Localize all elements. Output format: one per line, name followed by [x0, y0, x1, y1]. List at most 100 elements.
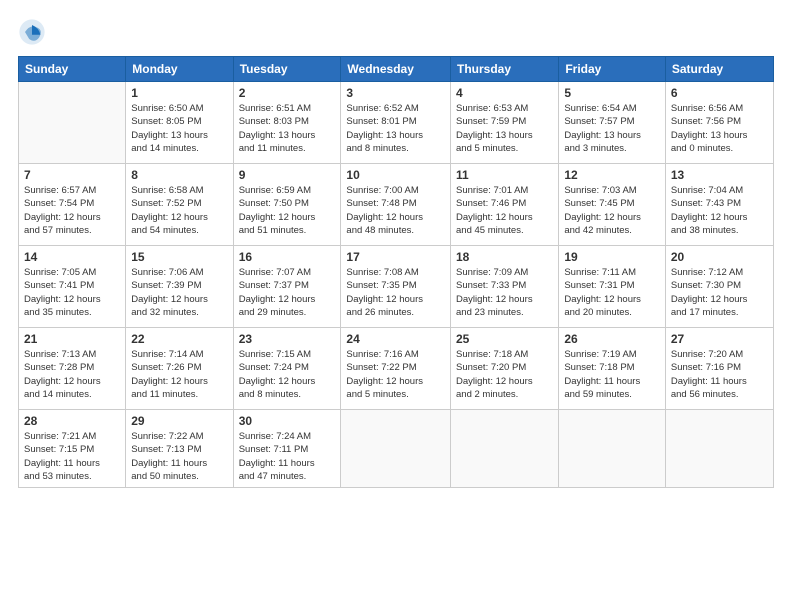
day-number: 23	[239, 332, 336, 346]
calendar-cell: 3 Sunrise: 6:52 AM Sunset: 8:01 PM Daylig…	[341, 82, 451, 164]
day-info: Sunrise: 7:19 AM Sunset: 7:18 PM Dayligh…	[564, 348, 660, 401]
calendar-cell	[451, 410, 559, 488]
calendar-cell: 12 Sunrise: 7:03 AM Sunset: 7:45 PM Dayli…	[559, 164, 666, 246]
calendar-cell: 6 Sunrise: 6:56 AM Sunset: 7:56 PM Daylig…	[665, 82, 773, 164]
day-number: 30	[239, 414, 336, 428]
day-header-thursday: Thursday	[451, 57, 559, 82]
calendar-cell: 29 Sunrise: 7:22 AM Sunset: 7:13 PM Dayli…	[126, 410, 233, 488]
day-info: Sunrise: 7:24 AM Sunset: 7:11 PM Dayligh…	[239, 430, 336, 483]
day-number: 16	[239, 250, 336, 264]
calendar-cell: 21 Sunrise: 7:13 AM Sunset: 7:28 PM Dayli…	[19, 328, 126, 410]
day-number: 7	[24, 168, 120, 182]
day-info: Sunrise: 7:11 AM Sunset: 7:31 PM Dayligh…	[564, 266, 660, 319]
day-number: 17	[346, 250, 445, 264]
day-info: Sunrise: 7:22 AM Sunset: 7:13 PM Dayligh…	[131, 430, 227, 483]
calendar-cell: 26 Sunrise: 7:19 AM Sunset: 7:18 PM Dayli…	[559, 328, 666, 410]
day-header-friday: Friday	[559, 57, 666, 82]
calendar-cell: 5 Sunrise: 6:54 AM Sunset: 7:57 PM Daylig…	[559, 82, 666, 164]
day-info: Sunrise: 7:06 AM Sunset: 7:39 PM Dayligh…	[131, 266, 227, 319]
day-number: 12	[564, 168, 660, 182]
day-info: Sunrise: 7:13 AM Sunset: 7:28 PM Dayligh…	[24, 348, 120, 401]
day-number: 24	[346, 332, 445, 346]
day-number: 6	[671, 86, 768, 100]
day-info: Sunrise: 7:12 AM Sunset: 7:30 PM Dayligh…	[671, 266, 768, 319]
calendar-cell: 8 Sunrise: 6:58 AM Sunset: 7:52 PM Daylig…	[126, 164, 233, 246]
calendar-cell: 28 Sunrise: 7:21 AM Sunset: 7:15 PM Dayli…	[19, 410, 126, 488]
day-info: Sunrise: 7:09 AM Sunset: 7:33 PM Dayligh…	[456, 266, 553, 319]
day-number: 2	[239, 86, 336, 100]
calendar-cell	[559, 410, 666, 488]
calendar-cell: 24 Sunrise: 7:16 AM Sunset: 7:22 PM Dayli…	[341, 328, 451, 410]
day-info: Sunrise: 6:59 AM Sunset: 7:50 PM Dayligh…	[239, 184, 336, 237]
calendar-cell: 16 Sunrise: 7:07 AM Sunset: 7:37 PM Dayli…	[233, 246, 341, 328]
calendar-cell: 10 Sunrise: 7:00 AM Sunset: 7:48 PM Dayli…	[341, 164, 451, 246]
day-number: 28	[24, 414, 120, 428]
day-info: Sunrise: 7:01 AM Sunset: 7:46 PM Dayligh…	[456, 184, 553, 237]
day-info: Sunrise: 6:56 AM Sunset: 7:56 PM Dayligh…	[671, 102, 768, 155]
day-number: 21	[24, 332, 120, 346]
day-number: 9	[239, 168, 336, 182]
day-number: 25	[456, 332, 553, 346]
calendar-cell: 11Sunrise: 7:01 AM Sunset: 7:46 PM Dayli…	[451, 164, 559, 246]
calendar-cell	[341, 410, 451, 488]
day-info: Sunrise: 7:15 AM Sunset: 7:24 PM Dayligh…	[239, 348, 336, 401]
calendar: SundayMondayTuesdayWednesdayThursdayFrid…	[18, 56, 774, 488]
day-info: Sunrise: 7:08 AM Sunset: 7:35 PM Dayligh…	[346, 266, 445, 319]
day-number: 15	[131, 250, 227, 264]
day-info: Sunrise: 7:18 AM Sunset: 7:20 PM Dayligh…	[456, 348, 553, 401]
day-info: Sunrise: 7:07 AM Sunset: 7:37 PM Dayligh…	[239, 266, 336, 319]
day-number: 3	[346, 86, 445, 100]
day-info: Sunrise: 6:53 AM Sunset: 7:59 PM Dayligh…	[456, 102, 553, 155]
day-info: Sunrise: 7:04 AM Sunset: 7:43 PM Dayligh…	[671, 184, 768, 237]
day-info: Sunrise: 7:03 AM Sunset: 7:45 PM Dayligh…	[564, 184, 660, 237]
day-number: 29	[131, 414, 227, 428]
calendar-cell: 23 Sunrise: 7:15 AM Sunset: 7:24 PM Dayli…	[233, 328, 341, 410]
day-number: 8	[131, 168, 227, 182]
calendar-cell	[665, 410, 773, 488]
calendar-cell: 25 Sunrise: 7:18 AM Sunset: 7:20 PM Dayli…	[451, 328, 559, 410]
day-info: Sunrise: 6:54 AM Sunset: 7:57 PM Dayligh…	[564, 102, 660, 155]
calendar-cell: 7 Sunrise: 6:57 AM Sunset: 7:54 PM Daylig…	[19, 164, 126, 246]
calendar-cell: 1 Sunrise: 6:50 AM Sunset: 8:05 PM Daylig…	[126, 82, 233, 164]
day-number: 27	[671, 332, 768, 346]
day-number: 4	[456, 86, 553, 100]
day-number: 1	[131, 86, 227, 100]
day-info: Sunrise: 7:05 AM Sunset: 7:41 PM Dayligh…	[24, 266, 120, 319]
calendar-cell: 15 Sunrise: 7:06 AM Sunset: 7:39 PM Dayli…	[126, 246, 233, 328]
page: SundayMondayTuesdayWednesdayThursdayFrid…	[0, 0, 792, 612]
calendar-cell: 30 Sunrise: 7:24 AM Sunset: 7:11 PM Dayli…	[233, 410, 341, 488]
calendar-cell: 13Sunrise: 7:04 AM Sunset: 7:43 PM Dayli…	[665, 164, 773, 246]
day-number: 18	[456, 250, 553, 264]
calendar-cell: 22 Sunrise: 7:14 AM Sunset: 7:26 PM Dayli…	[126, 328, 233, 410]
day-info: Sunrise: 6:50 AM Sunset: 8:05 PM Dayligh…	[131, 102, 227, 155]
logo	[18, 18, 50, 46]
calendar-cell: 20 Sunrise: 7:12 AM Sunset: 7:30 PM Dayli…	[665, 246, 773, 328]
day-info: Sunrise: 6:58 AM Sunset: 7:52 PM Dayligh…	[131, 184, 227, 237]
calendar-cell: 2 Sunrise: 6:51 AM Sunset: 8:03 PM Daylig…	[233, 82, 341, 164]
day-info: Sunrise: 6:52 AM Sunset: 8:01 PM Dayligh…	[346, 102, 445, 155]
day-header-wednesday: Wednesday	[341, 57, 451, 82]
day-info: Sunrise: 6:51 AM Sunset: 8:03 PM Dayligh…	[239, 102, 336, 155]
day-info: Sunrise: 6:57 AM Sunset: 7:54 PM Dayligh…	[24, 184, 120, 237]
day-info: Sunrise: 7:16 AM Sunset: 7:22 PM Dayligh…	[346, 348, 445, 401]
day-number: 14	[24, 250, 120, 264]
calendar-cell: 27 Sunrise: 7:20 AM Sunset: 7:16 PM Dayli…	[665, 328, 773, 410]
calendar-cell: 17 Sunrise: 7:08 AM Sunset: 7:35 PM Dayli…	[341, 246, 451, 328]
calendar-cell	[19, 82, 126, 164]
day-number: 5	[564, 86, 660, 100]
day-number: 26	[564, 332, 660, 346]
header	[18, 18, 774, 46]
day-info: Sunrise: 7:20 AM Sunset: 7:16 PM Dayligh…	[671, 348, 768, 401]
day-header-sunday: Sunday	[19, 57, 126, 82]
day-info: Sunrise: 7:14 AM Sunset: 7:26 PM Dayligh…	[131, 348, 227, 401]
day-info: Sunrise: 7:21 AM Sunset: 7:15 PM Dayligh…	[24, 430, 120, 483]
day-header-tuesday: Tuesday	[233, 57, 341, 82]
header-row: SundayMondayTuesdayWednesdayThursdayFrid…	[19, 57, 774, 82]
day-number: 22	[131, 332, 227, 346]
logo-icon	[18, 18, 46, 46]
calendar-cell: 14 Sunrise: 7:05 AM Sunset: 7:41 PM Dayli…	[19, 246, 126, 328]
day-number: 10	[346, 168, 445, 182]
day-number: 20	[671, 250, 768, 264]
day-info: Sunrise: 7:00 AM Sunset: 7:48 PM Dayligh…	[346, 184, 445, 237]
calendar-cell: 4 Sunrise: 6:53 AM Sunset: 7:59 PM Daylig…	[451, 82, 559, 164]
